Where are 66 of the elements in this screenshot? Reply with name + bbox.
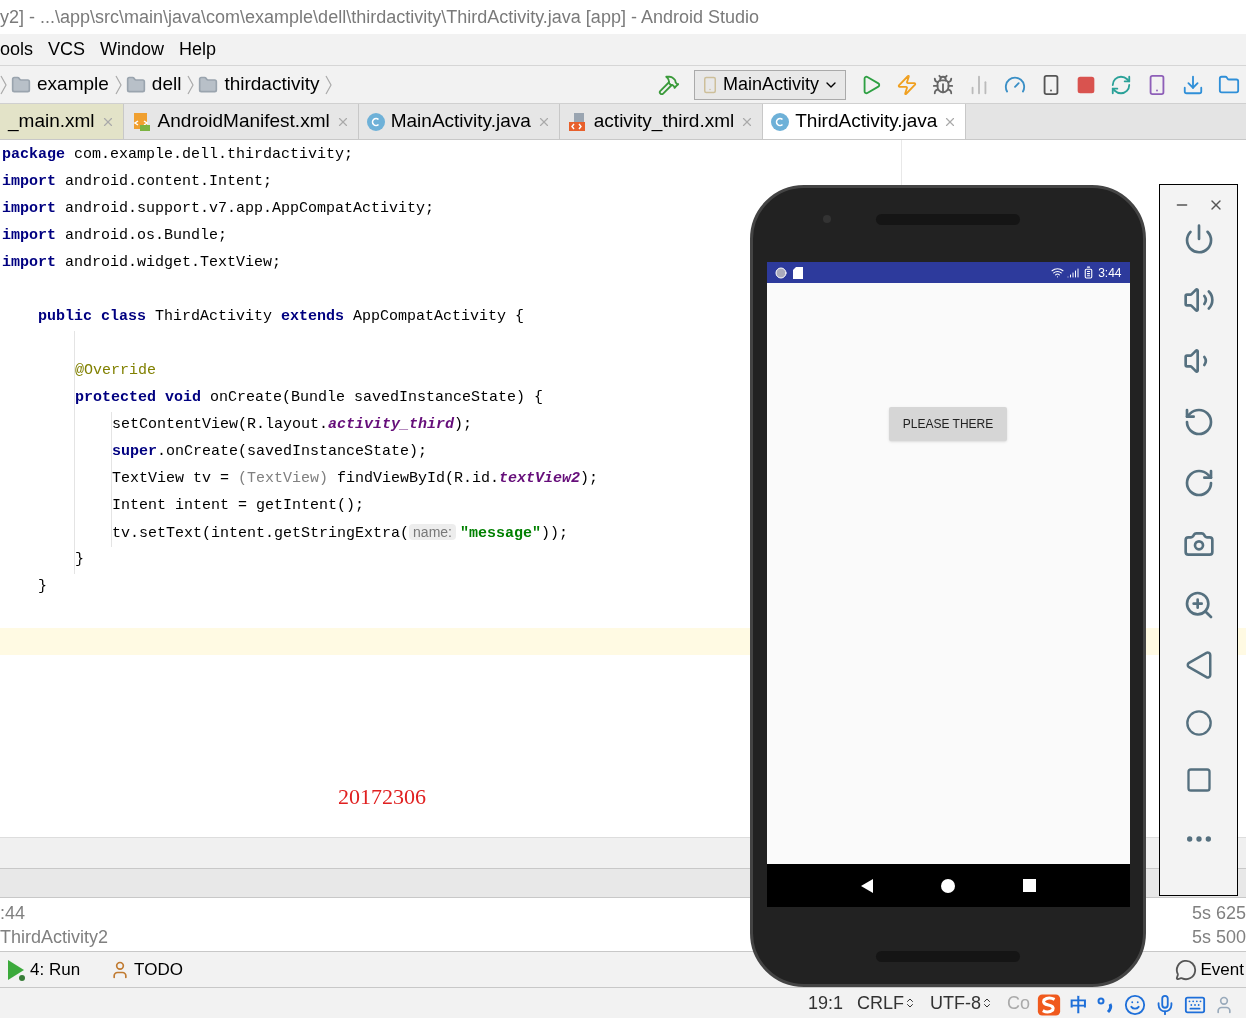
breadcrumb-chevron-icon xyxy=(114,74,122,95)
stop-icon[interactable] xyxy=(1076,74,1096,95)
run-time: 5s 500 xyxy=(1191,925,1246,949)
breadcrumb-item[interactable]: thirdactivity xyxy=(224,70,320,99)
ime-logo-icon[interactable] xyxy=(1036,991,1062,1018)
menu-item[interactable]: VCS xyxy=(48,36,86,63)
folder-icon xyxy=(198,74,219,95)
code-line: package com.example.dell.thirdactivity; xyxy=(2,145,354,166)
home-icon[interactable] xyxy=(940,878,955,893)
folder-icon xyxy=(11,74,31,95)
editor-tab[interactable]: _main.xml xyxy=(0,104,124,139)
student-number: 20172306 xyxy=(338,784,426,809)
code-line: import android.os.Bundle; xyxy=(2,226,228,247)
back-icon[interactable] xyxy=(860,878,873,893)
notification-icon xyxy=(774,266,787,279)
code-line: super.onCreate(savedInstanceState); xyxy=(112,442,428,463)
class-icon xyxy=(366,112,385,131)
phone-clock: 3:44 xyxy=(1098,264,1122,282)
please-there-button[interactable]: PLEASE THERE xyxy=(888,407,1008,441)
signal-icon xyxy=(1067,266,1080,279)
run-log-line: :44 xyxy=(0,901,27,925)
code-line: protected void onCreate(Bundle savedInstanceState) { xyxy=(75,388,544,409)
code-line: public class ThirdActivity extends AppCompatActivity { xyxy=(38,307,525,328)
code-line: setContentView(R.layout.activity_third); xyxy=(112,415,473,436)
code-line: import android.support.v7.app.AppCompatActivity; xyxy=(2,199,435,220)
run-config-dropdown[interactable]: MainActivity xyxy=(693,69,846,100)
menu-item[interactable]: Window xyxy=(100,36,165,63)
wifi-icon xyxy=(1051,266,1065,279)
editor-tab[interactable]: ThirdActivity.java xyxy=(763,104,967,139)
sd-card-icon xyxy=(792,266,803,279)
ime-mode[interactable]: 中 xyxy=(1070,993,1088,1016)
hammer-icon[interactable] xyxy=(657,73,680,96)
code-line: TextView tv = (TextView) findViewById(R.id.textView2); xyxy=(112,469,599,490)
code-line: } xyxy=(38,577,47,598)
menu-item[interactable]: Help xyxy=(179,36,217,63)
window-title: y2] - ...\app\src\main\java\com\example\dell\thirdactivity\ThirdActivity.java [app] - Android Studio xyxy=(0,5,759,29)
code-line: } xyxy=(75,550,84,571)
run-log-line: ThirdActivity2 xyxy=(0,925,109,949)
code-line: tv.setText(intent.getStringExtra( name: "message")); xyxy=(112,522,568,544)
tool-window-button[interactable]: 4: Run xyxy=(6,956,81,983)
breadcrumb-chevron-icon xyxy=(325,74,333,95)
tool-window-button[interactable]: TODO xyxy=(110,956,183,983)
event-log-button[interactable]: Event xyxy=(1174,956,1246,983)
run-time: 5s 625 xyxy=(1191,901,1246,925)
layout-file-icon xyxy=(567,111,588,132)
breadcrumb-chevron-icon xyxy=(0,74,7,95)
sync-icon[interactable] xyxy=(1110,73,1132,96)
breadcrumb-item[interactable]: dell xyxy=(151,70,182,99)
overview-icon[interactable] xyxy=(1022,879,1036,892)
manifest-file-icon xyxy=(131,111,152,132)
code-line: @Override xyxy=(75,361,156,382)
folder-icon xyxy=(125,74,146,95)
file-encoding[interactable]: UTF-8 xyxy=(930,989,994,1017)
speech-bubble-icon xyxy=(1174,958,1197,981)
run-icon xyxy=(6,958,26,981)
debug-icon[interactable] xyxy=(932,73,954,96)
class-icon xyxy=(771,112,790,131)
caret-position[interactable]: 19:1 xyxy=(808,989,844,1017)
line-separator[interactable]: CRLF xyxy=(857,989,917,1017)
breadcrumb-item[interactable]: example xyxy=(37,70,109,99)
emoji-icon[interactable] xyxy=(1124,993,1146,1016)
menu-item[interactable]: ools xyxy=(0,36,34,63)
code-line: import android.widget.TextView; xyxy=(2,253,282,274)
code-line: import android.content.Intent; xyxy=(2,172,273,193)
breadcrumb-chevron-icon xyxy=(187,74,195,95)
code-line: Intent intent = getIntent(); xyxy=(112,496,365,517)
